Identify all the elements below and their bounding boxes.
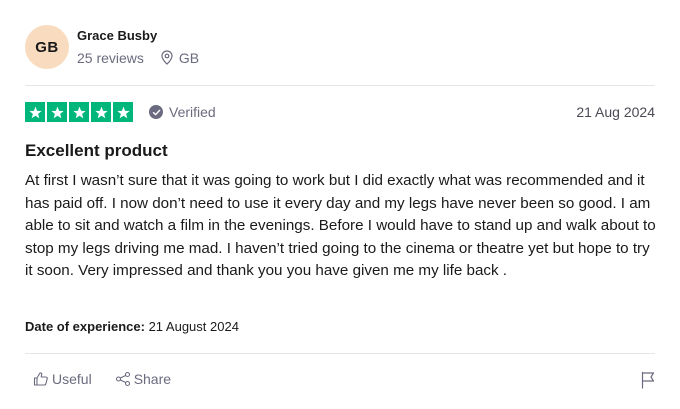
divider (25, 353, 655, 354)
useful-button[interactable]: Useful (33, 371, 92, 387)
star-icon (69, 102, 89, 122)
review-body: At first I wasn’t sure that it was going… (25, 172, 656, 280)
rating-row: Verified 21 Aug 2024 (25, 101, 655, 123)
share-button[interactable]: Share (115, 371, 171, 387)
experience-date: 21 August 2024 (148, 319, 239, 334)
avatar[interactable]: GB (25, 25, 69, 69)
divider (25, 85, 655, 86)
star-icon (47, 102, 67, 122)
reviewer-meta: 25 reviews GB (77, 50, 199, 66)
star-rating (25, 102, 133, 122)
review-date: 21 Aug 2024 (576, 104, 655, 120)
verified-badge[interactable]: Verified (149, 104, 216, 120)
flag-icon[interactable] (640, 371, 656, 394)
verified-label: Verified (169, 104, 216, 120)
reviews-count: 25 reviews (77, 49, 144, 66)
review-title: Excellent product (25, 141, 168, 160)
thumbs-up-icon (33, 371, 52, 387)
reviewer-info: Grace Busby 25 reviews GB (77, 27, 199, 66)
date-of-experience: Date of experience: 21 August 2024 (25, 319, 239, 334)
star-icon (25, 102, 45, 122)
useful-label: Useful (52, 371, 92, 387)
check-circle-icon (149, 105, 163, 119)
reviewer-header: GB Grace Busby 25 reviews GB (25, 25, 199, 69)
share-icon (115, 371, 134, 387)
review-actions: Useful Share (33, 371, 171, 387)
star-icon (91, 102, 111, 122)
reviewer-country: GB (178, 49, 200, 66)
share-label: Share (133, 371, 172, 387)
map-pin-icon (161, 50, 173, 65)
experience-label: Date of experience: (25, 319, 145, 334)
star-icon (113, 102, 133, 122)
review-card: GB Grace Busby 25 reviews GB Verified 21… (0, 0, 680, 409)
reviewer-name[interactable]: Grace Busby (77, 27, 199, 45)
